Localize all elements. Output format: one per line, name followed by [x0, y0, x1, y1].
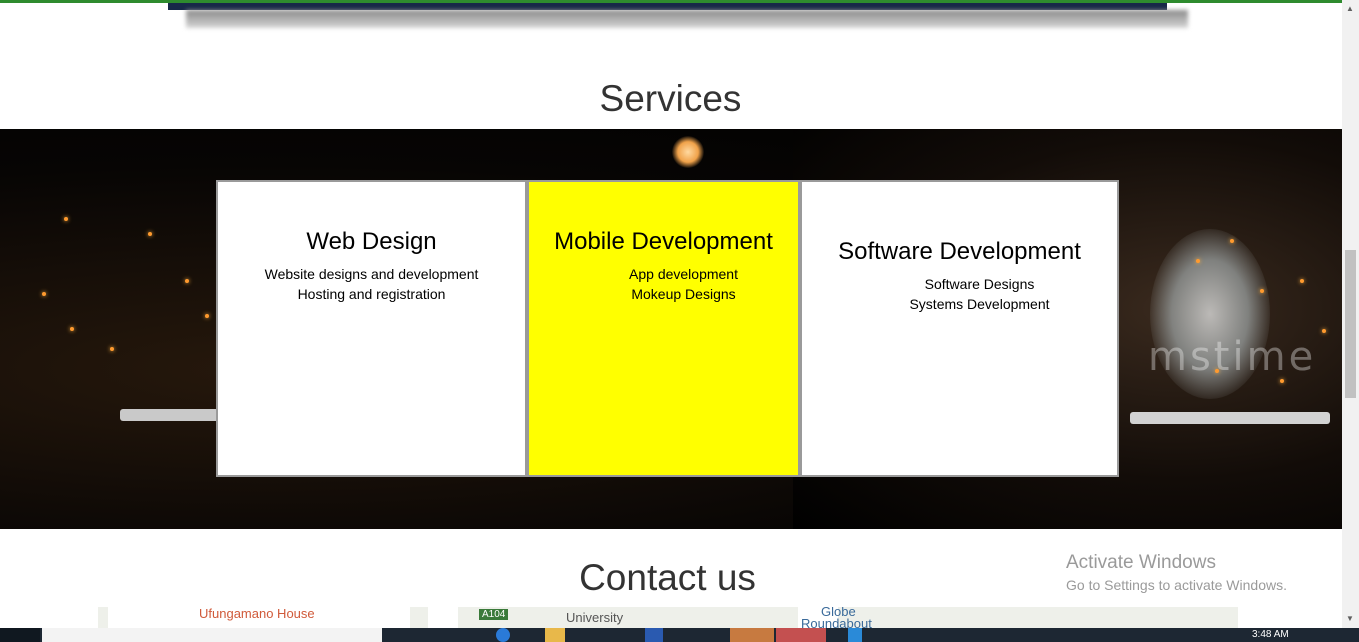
service-item: Software Designs [924, 276, 1035, 292]
network-spark [1230, 239, 1234, 243]
service-card-description: Website designs and development Hosting … [218, 264, 525, 304]
network-spark [70, 327, 74, 331]
service-card-software-development[interactable]: Software Development Software Designs Sy… [800, 180, 1119, 477]
service-item: Hosting and registration [297, 286, 446, 302]
service-card-title: Mobile Development [554, 228, 773, 255]
service-card-web-design[interactable]: Web Design Website designs and developme… [216, 180, 527, 477]
scroll-up-icon[interactable]: ▲ [1346, 4, 1354, 13]
network-spark [1215, 369, 1219, 373]
lamp-glow [672, 136, 704, 168]
windows-taskbar: 3:48 AM [0, 628, 1359, 642]
service-item: Systems Development [909, 296, 1050, 312]
tablet-left [120, 409, 230, 421]
store-app-icon[interactable] [645, 628, 663, 642]
network-spark [1196, 259, 1200, 263]
hero-shadow [186, 10, 1188, 28]
editor-app-icon[interactable] [848, 628, 862, 642]
service-card-description: App development Mokeup Designs [529, 264, 798, 304]
taskbar-clock[interactable]: 3:48 AM [1252, 629, 1289, 640]
network-spark [42, 292, 46, 296]
active-app-icon[interactable] [730, 628, 774, 642]
stock-watermark: mstime [1148, 334, 1317, 380]
services-background-image: mstime Web Design Website designs and de… [0, 129, 1342, 529]
network-spark [1280, 379, 1284, 383]
services-heading: Services [599, 78, 742, 119]
scroll-down-icon[interactable]: ▼ [1346, 614, 1354, 623]
start-button[interactable] [0, 628, 40, 642]
activate-windows-watermark: Activate Windows Go to Settings to activ… [1066, 552, 1287, 593]
taskbar-search-input[interactable] [42, 628, 382, 642]
browser-app-icon[interactable] [496, 628, 510, 642]
service-item: Mokeup Designs [631, 286, 736, 302]
service-card-description: Software Designs Systems Development [802, 274, 1117, 314]
tablet-right [1130, 412, 1330, 424]
map-label: University [566, 610, 624, 625]
network-spark [205, 314, 209, 318]
network-spark [185, 279, 189, 283]
network-spark [1260, 289, 1264, 293]
service-card-mobile-development[interactable]: Mobile Development App development Mokeu… [527, 180, 800, 477]
network-spark [1300, 279, 1304, 283]
file-explorer-icon[interactable] [545, 628, 565, 642]
service-item: App development [629, 266, 738, 282]
activate-windows-title: Activate Windows [1066, 552, 1216, 573]
location-map[interactable]: Ufungamano House A104 University Globe R… [98, 607, 1238, 628]
service-item: Website designs and development [264, 266, 479, 282]
network-spark [110, 347, 114, 351]
service-card-title: Software Development [838, 238, 1081, 265]
map-label: Ufungamano House [199, 607, 315, 621]
activate-windows-subtitle: Go to Settings to activate Windows. [1066, 577, 1287, 593]
service-card-title: Web Design [306, 228, 437, 255]
network-spark [148, 232, 152, 236]
network-spark [64, 217, 68, 221]
active-app-icon[interactable] [776, 628, 826, 642]
network-spark [1322, 329, 1326, 333]
scroll-thumb[interactable] [1345, 250, 1356, 398]
page-scrollbar[interactable]: ▲ ▼ [1342, 0, 1359, 628]
map-route-badge: A104 [479, 609, 509, 620]
hero-section-bottom [168, 3, 1167, 10]
map-label: Roundabout [801, 616, 872, 628]
map-road [428, 607, 458, 628]
